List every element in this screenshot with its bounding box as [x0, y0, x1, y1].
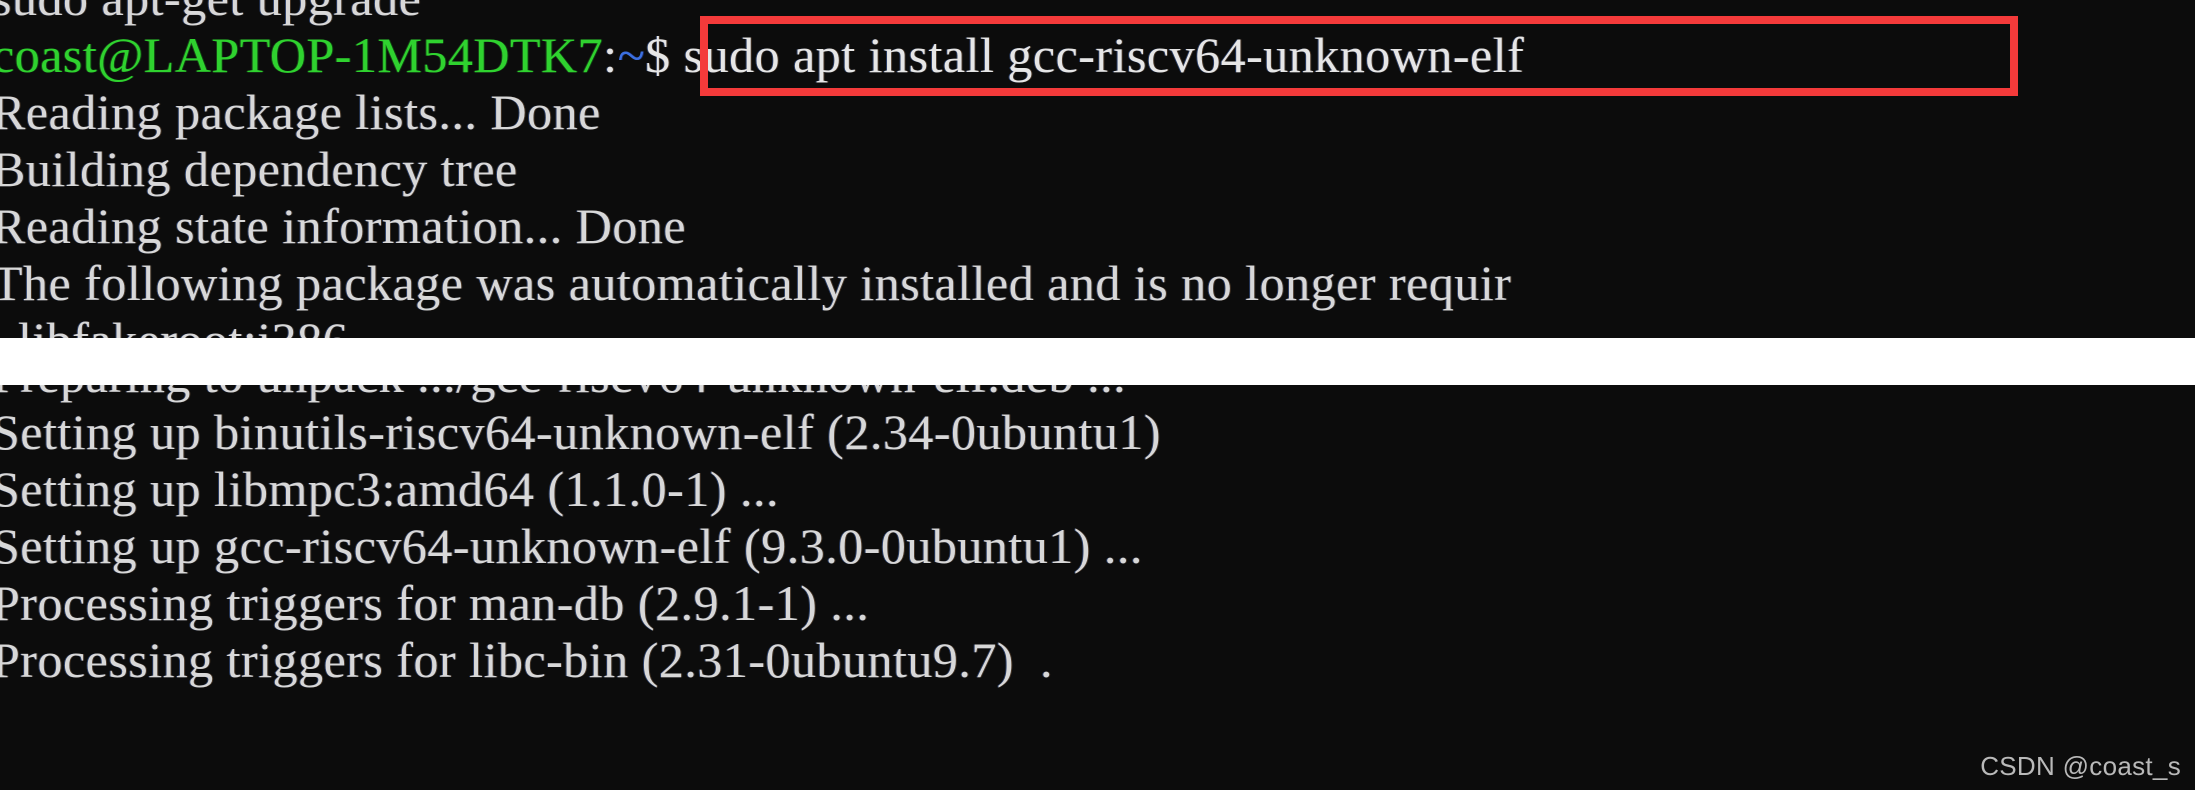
terminal-output-line: libfakeroot:i386 [0, 312, 2195, 338]
terminal-output-line: Reading package lists... Done [0, 84, 601, 140]
terminal-panel-top[interactable]: sudo apt-get upgrade coast@LAPTOP-1M54DT… [0, 0, 2195, 338]
terminal-output-line: Setting up binutils-riscv64-unknown-elf … [0, 404, 1162, 460]
terminal-output-line: Building dependency tree [0, 141, 518, 197]
csdn-watermark: CSDN @coast_s [1980, 751, 2181, 781]
terminal-output-line: The following package was automatically … [0, 255, 1512, 311]
terminal-line-partial-top: sudo apt-get upgrade [0, 0, 2195, 27]
terminal-prompt-line: coast@LAPTOP-1M54DTK7:~$ sudo apt instal… [0, 27, 2195, 84]
terminal-line-partial-top: Preparing to unpack .../gcc-riscv64-unkn… [0, 385, 2195, 404]
terminal-output-line: Processing triggers for libc-bin (2.31-0… [0, 632, 1054, 688]
prompt-command: sudo apt install gcc-riscv64-unknown-elf [683, 27, 1525, 83]
terminal-top-lines: sudo apt-get upgrade coast@LAPTOP-1M54DT… [0, 0, 2195, 338]
prompt-path: ~ [617, 27, 646, 83]
terminal-output-line: Setting up gcc-riscv64-unknown-elf (9.3.… [0, 518, 1143, 574]
terminal-panel-bottom[interactable]: Preparing to unpack .../gcc-riscv64-unkn… [0, 385, 2195, 790]
prompt-colon: : [603, 27, 618, 83]
prompt-sigil: $ [645, 27, 671, 83]
terminal-bottom-lines: Preparing to unpack .../gcc-riscv64-unkn… [0, 385, 2195, 689]
prompt-spacer [671, 27, 684, 83]
prompt-user-host: coast@LAPTOP-1M54DTK7 [0, 27, 604, 83]
panel-separator-gap [0, 338, 2195, 385]
terminal-output-line: Setting up libmpc3:amd64 (1.1.0-1) ... [0, 461, 779, 517]
terminal-screenshot: sudo apt-get upgrade coast@LAPTOP-1M54DT… [0, 0, 2195, 790]
terminal-output-line: Processing triggers for man-db (2.9.1-1)… [0, 575, 870, 631]
terminal-output-line: Reading state information... Done [0, 198, 687, 254]
